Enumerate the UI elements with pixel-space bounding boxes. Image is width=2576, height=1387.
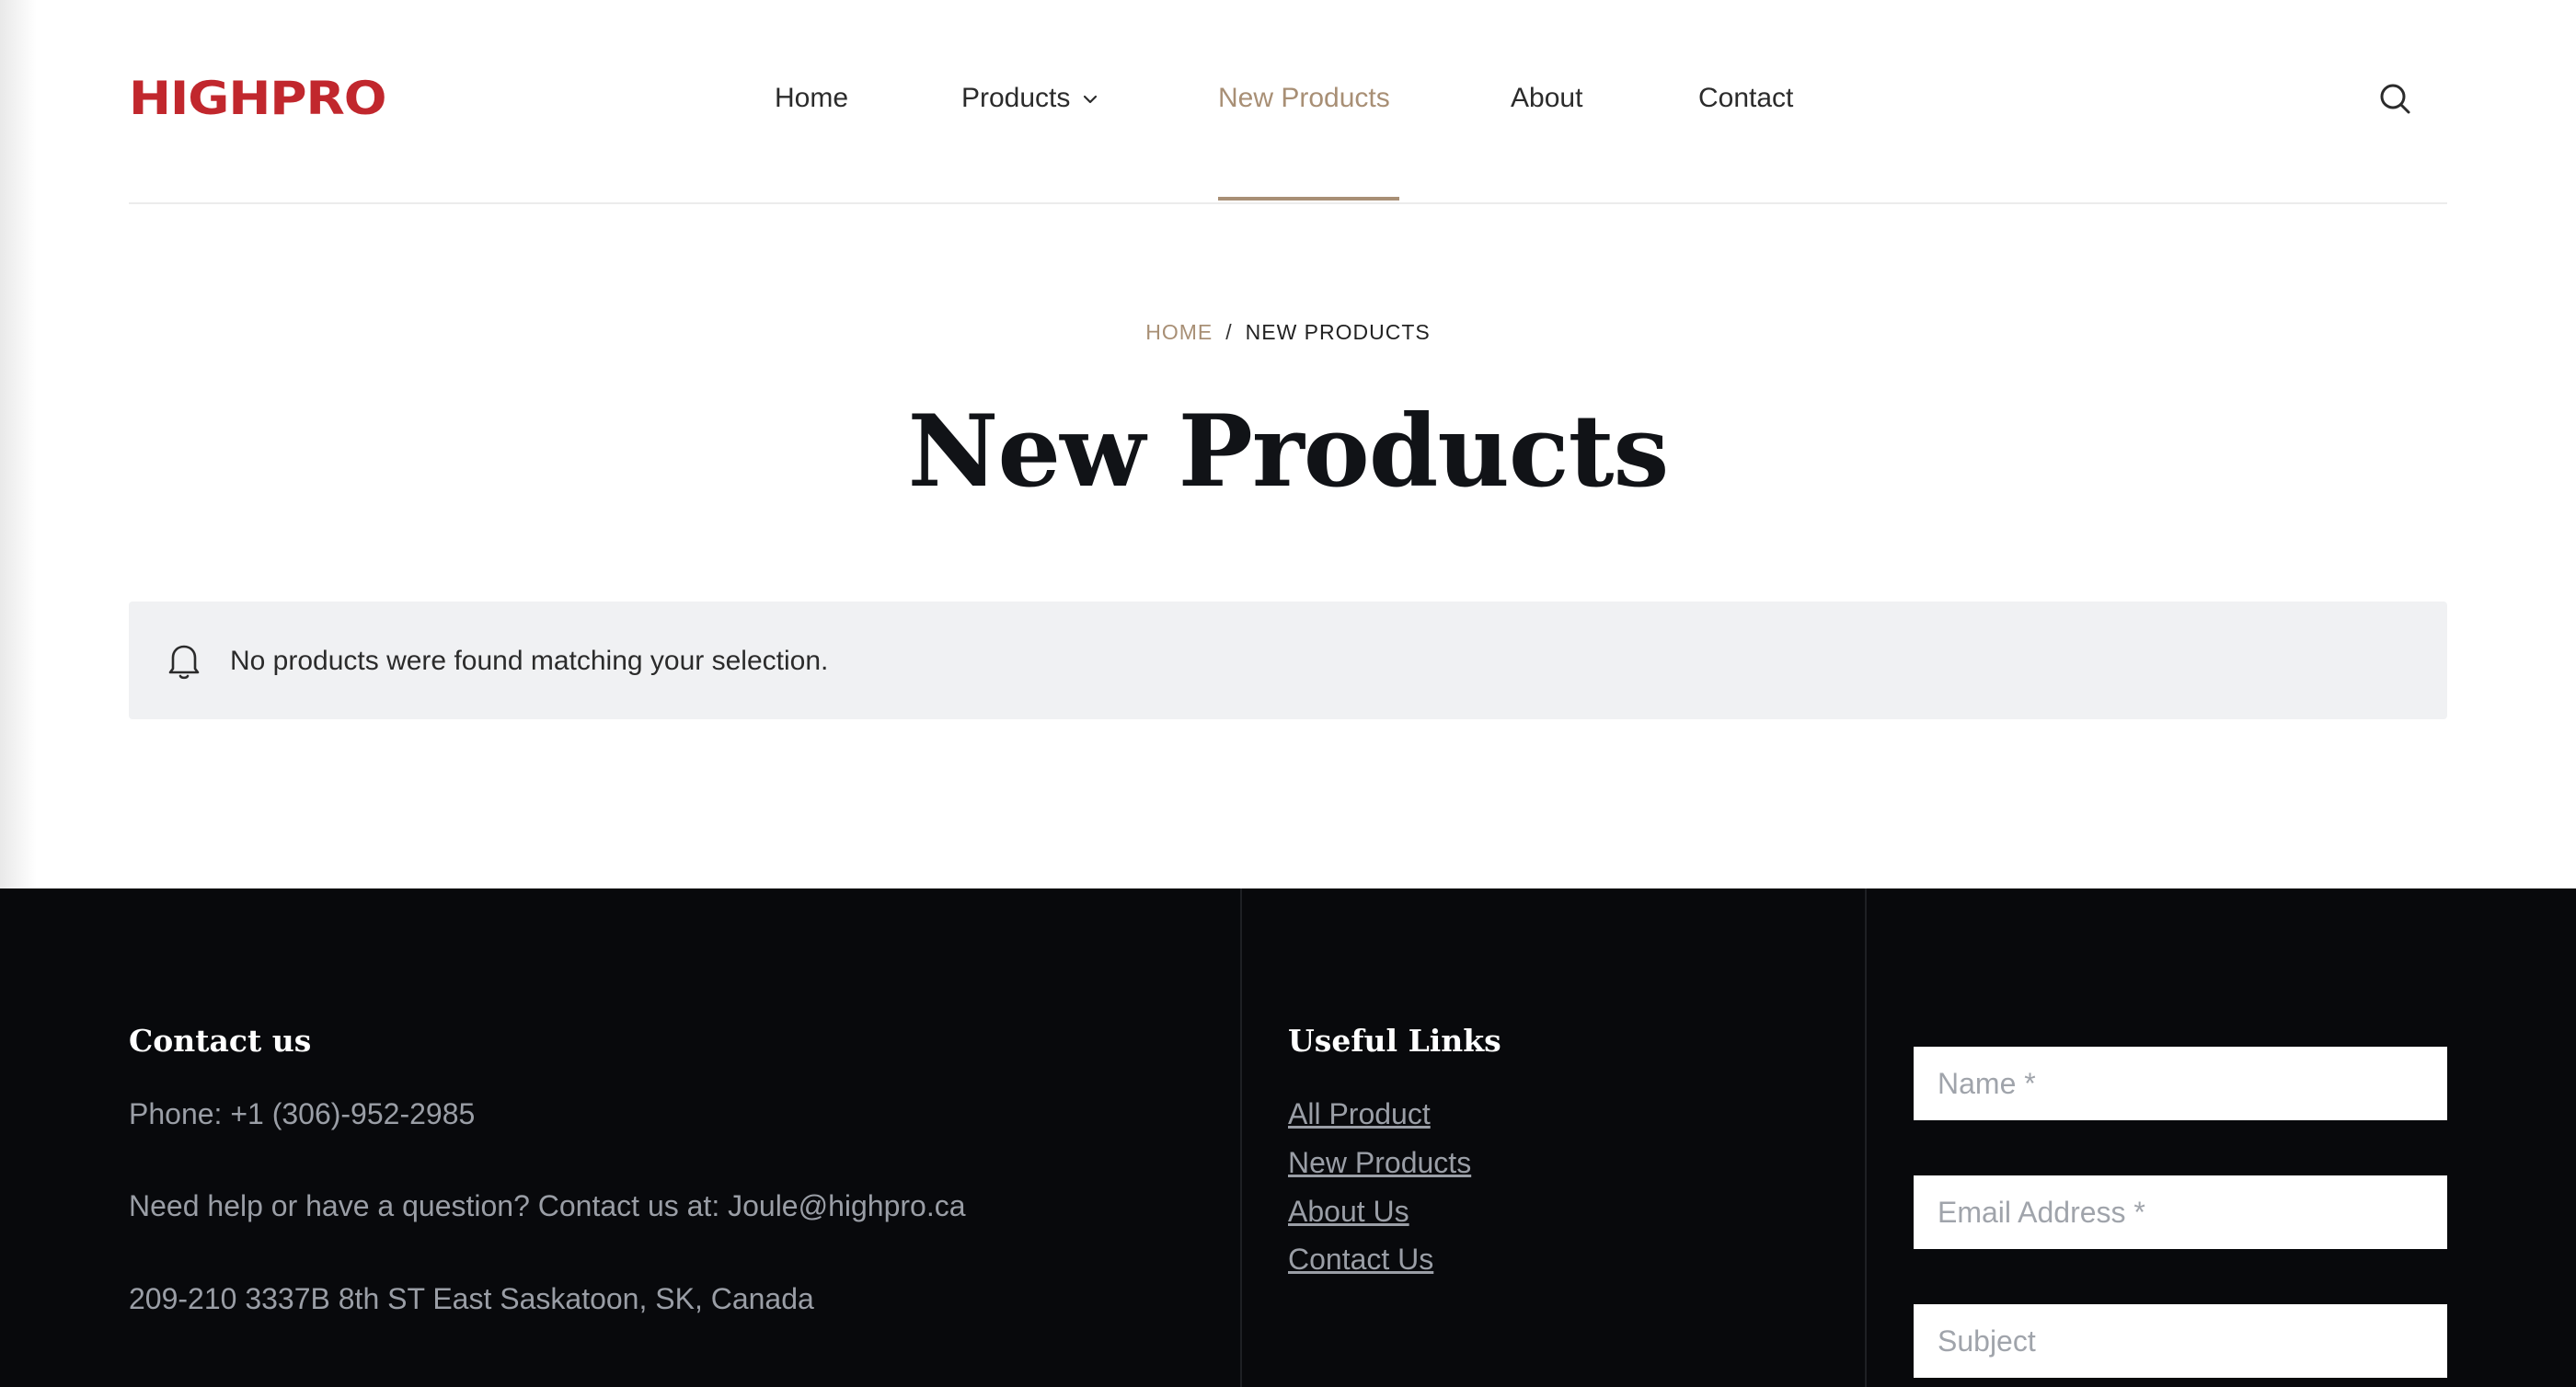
- footer-link-all-product[interactable]: All Product: [1288, 1097, 1431, 1131]
- breadcrumb: HOME / NEW PRODUCTS: [0, 320, 2576, 345]
- no-products-notice: No products were found matching your sel…: [129, 602, 2447, 719]
- email-field[interactable]: [1914, 1175, 2447, 1249]
- bell-icon: [166, 640, 202, 681]
- search-icon[interactable]: [2377, 81, 2414, 118]
- nav-item-products[interactable]: Products: [961, 83, 1098, 115]
- breadcrumb-current: NEW PRODUCTS: [1245, 320, 1431, 344]
- breadcrumb-separator: /: [1225, 320, 1233, 344]
- main-nav: Home Products New Products About Contact: [129, 0, 2447, 204]
- useful-links-heading: Useful Links: [1288, 1023, 1501, 1059]
- page: HIGHPRO Home Products New Products About…: [0, 0, 2576, 1387]
- notice-text: No products were found matching your sel…: [230, 646, 829, 676]
- nav-item-contact[interactable]: Contact: [1698, 83, 1793, 114]
- contact-address: 209-210 3337B 8th ST East Saskatoon, SK,…: [129, 1282, 814, 1315]
- name-field[interactable]: [1914, 1047, 2447, 1120]
- nav-item-new-products[interactable]: New Products: [1218, 83, 1390, 114]
- chevron-down-icon: [1083, 80, 1098, 111]
- footer-link-about-us[interactable]: About Us: [1288, 1195, 1409, 1229]
- breadcrumb-home-link[interactable]: HOME: [1145, 320, 1213, 344]
- footer-divider: [1240, 888, 1242, 1387]
- nav-item-about[interactable]: About: [1511, 83, 1582, 114]
- contact-phone: Phone: +1 (306)-952-2985: [129, 1097, 476, 1130]
- nav-item-products-label: Products: [961, 83, 1071, 113]
- contact-help-text: Need help or have a question? Contact us…: [129, 1189, 966, 1222]
- contact-heading: Contact us: [129, 1023, 312, 1059]
- footer-link-contact-us[interactable]: Contact Us: [1288, 1243, 1433, 1277]
- footer-link-new-products[interactable]: New Products: [1288, 1146, 1471, 1180]
- subject-field[interactable]: [1914, 1304, 2447, 1378]
- nav-item-home[interactable]: Home: [775, 83, 848, 114]
- site-footer: Contact us Phone: +1 (306)-952-2985 Need…: [0, 888, 2576, 1387]
- footer-divider: [1865, 888, 1867, 1387]
- page-title: New Products: [907, 394, 1670, 510]
- site-header: HIGHPRO Home Products New Products About…: [129, 0, 2447, 204]
- active-nav-indicator: [1218, 197, 1399, 201]
